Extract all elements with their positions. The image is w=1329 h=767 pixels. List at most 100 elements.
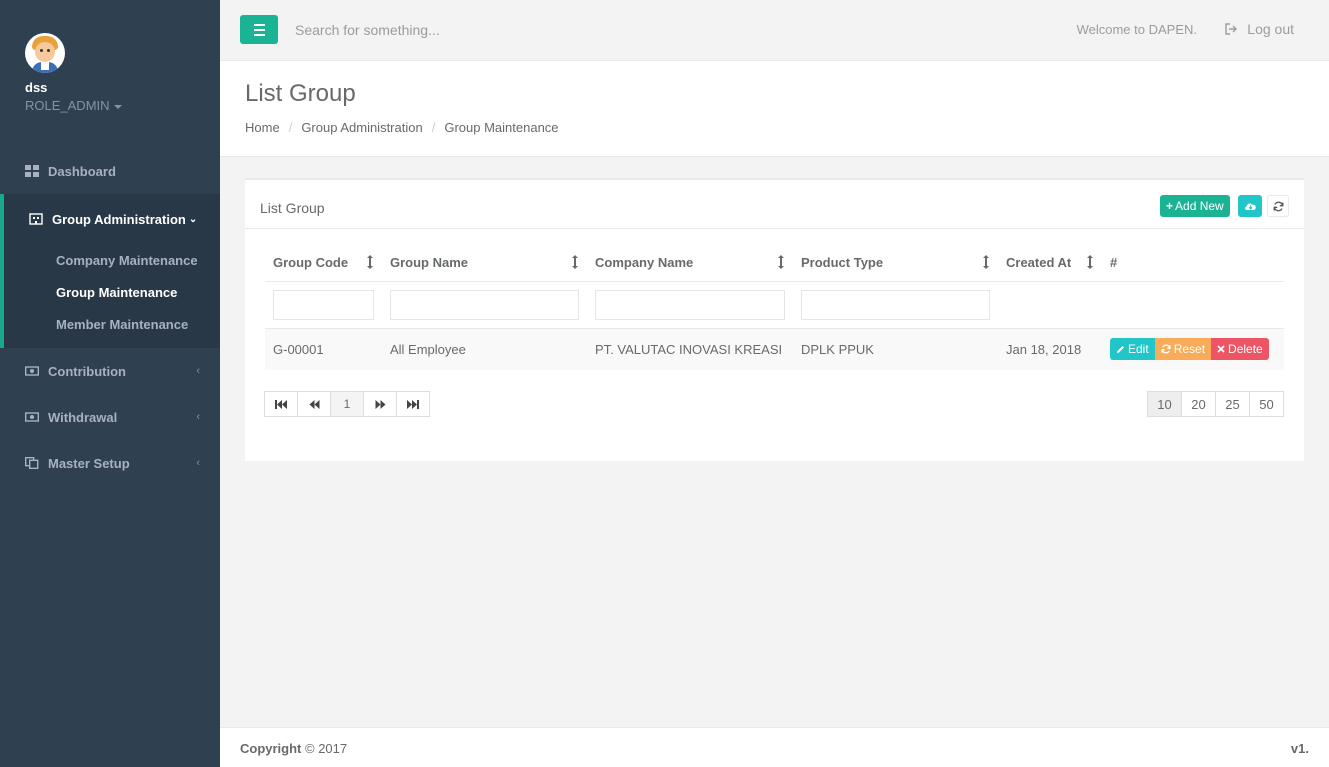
sort-icon xyxy=(778,255,784,269)
sidebar-group-administration: Group Administration ⌄ Company Maintenan… xyxy=(0,194,220,348)
top-navbar: Welcome to DAPEN. Log out xyxy=(220,0,1329,61)
sort-icon xyxy=(1087,255,1093,269)
pencil-icon xyxy=(1117,345,1124,353)
sidebar-subitem-company-maintenance[interactable]: Company Maintenance xyxy=(4,244,220,276)
previous-page-button[interactable] xyxy=(297,391,331,417)
profile-name: dss xyxy=(25,80,48,95)
sort-icon xyxy=(572,255,578,269)
page-size-selector: 10 20 25 50 xyxy=(1147,391,1284,417)
cell-created-at: Jan 18, 2018 xyxy=(998,328,1102,370)
filter-product-type-input[interactable] xyxy=(801,289,990,320)
money-icon xyxy=(25,366,39,376)
cloud-download-icon xyxy=(1244,203,1256,210)
refresh-icon xyxy=(1273,201,1283,211)
breadcrumb-group-administration[interactable]: Group Administration xyxy=(301,120,422,135)
sort-icon xyxy=(983,255,989,269)
plus-icon: + xyxy=(1166,199,1174,213)
cell-group-code: G-00001 xyxy=(265,328,382,370)
reset-button[interactable]: Reset xyxy=(1154,338,1212,361)
footer: Copyright © 2017 v1. xyxy=(220,727,1329,767)
fast-forward-icon xyxy=(407,399,419,409)
building-icon xyxy=(29,213,43,225)
page-size-50[interactable]: 50 xyxy=(1249,391,1284,417)
breadcrumb-group-maintenance: Group Maintenance xyxy=(444,120,559,135)
list-group-panel: List Group + Add New Group Code Group Nam… xyxy=(245,178,1304,461)
logout-link[interactable]: Log out xyxy=(1225,21,1294,37)
column-header-actions: # xyxy=(1102,245,1284,282)
filter-group-code-input[interactable] xyxy=(273,289,374,320)
first-page-button[interactable] xyxy=(264,391,298,417)
reset-label: Reset xyxy=(1173,342,1206,357)
sidebar: dss ROLE_ADMIN Dashboard Group Administr… xyxy=(0,0,220,767)
column-header-company-name[interactable]: Company Name xyxy=(587,245,793,282)
sidebar-item-contribution[interactable]: Contribution ‹ xyxy=(0,348,220,394)
filter-group-name-input[interactable] xyxy=(390,289,579,320)
page-heading: List Group Home / Group Administration / Gro… xyxy=(220,61,1329,157)
column-header-created-at[interactable]: Created At xyxy=(998,245,1102,282)
refresh-icon xyxy=(1161,344,1171,354)
money-icon xyxy=(25,412,39,422)
column-header-group-code[interactable]: Group Code xyxy=(265,245,382,282)
add-new-button[interactable]: + Add New xyxy=(1160,195,1230,217)
chevron-left-icon: ‹ xyxy=(196,365,200,377)
table-header-row: Group Code Group Name Company Name Produ… xyxy=(265,245,1284,282)
group-table: Group Code Group Name Company Name Produ… xyxy=(265,245,1284,370)
profile-role-dropdown[interactable]: ROLE_ADMIN xyxy=(25,98,220,113)
edit-button[interactable]: Edit xyxy=(1110,338,1155,361)
edit-label: Edit xyxy=(1128,342,1149,357)
copyright: Copyright © 2017 xyxy=(240,741,347,756)
page-title: List Group xyxy=(245,80,356,107)
page-size-20[interactable]: 20 xyxy=(1181,391,1216,417)
column-header-group-name[interactable]: Group Name xyxy=(382,245,587,282)
breadcrumb: Home / Group Administration / Group Maintena… xyxy=(245,120,559,135)
search-input[interactable] xyxy=(295,19,695,41)
page-size-25[interactable]: 25 xyxy=(1215,391,1250,417)
pagination: 1 xyxy=(264,391,430,417)
breadcrumb-separator: / xyxy=(431,120,436,135)
sidebar-subitem-member-maintenance[interactable]: Member Maintenance xyxy=(4,308,220,340)
copyright-year: © 2017 xyxy=(305,741,348,756)
fast-backward-icon xyxy=(275,399,287,409)
copyright-label: Copyright xyxy=(240,741,302,756)
cell-company-name: PT. VALUTAC INOVASI KREASI xyxy=(587,328,793,370)
sidebar-item-master-setup[interactable]: Master Setup ‹ xyxy=(0,440,220,486)
th-large-icon xyxy=(25,165,39,177)
bars-icon xyxy=(253,23,265,26)
column-header-product-type[interactable]: Product Type xyxy=(793,245,998,282)
sign-out-icon xyxy=(1225,23,1238,35)
sidebar-item-label: Dashboard xyxy=(48,163,116,179)
profile: dss ROLE_ADMIN xyxy=(0,0,220,148)
next-page-button[interactable] xyxy=(363,391,397,417)
times-icon xyxy=(1217,345,1225,353)
sidebar-item-dashboard[interactable]: Dashboard xyxy=(0,148,220,194)
panel-title: List Group xyxy=(260,200,325,216)
delete-label: Delete xyxy=(1228,342,1263,357)
logout-label: Log out xyxy=(1247,21,1294,37)
version-label: v1. xyxy=(1290,741,1309,756)
sidebar-subitem-group-maintenance[interactable]: Group Maintenance xyxy=(4,276,220,308)
page-size-10[interactable]: 10 xyxy=(1147,391,1182,417)
breadcrumb-separator: / xyxy=(288,120,293,135)
sidebar-item-label: Contribution xyxy=(48,363,126,379)
filter-row xyxy=(265,281,1284,329)
last-page-button[interactable] xyxy=(396,391,430,417)
sidebar-item-group-administration[interactable]: Group Administration ⌄ xyxy=(4,194,220,244)
menu-toggle-button[interactable] xyxy=(240,15,278,44)
download-button[interactable] xyxy=(1238,195,1262,217)
copy-icon xyxy=(25,457,39,469)
sort-icon xyxy=(367,255,373,269)
breadcrumb-home[interactable]: Home xyxy=(245,120,280,135)
row-actions: Edit Reset Delete xyxy=(1110,338,1276,361)
filter-company-name-input[interactable] xyxy=(595,289,785,320)
delete-button[interactable]: Delete xyxy=(1211,338,1269,361)
panel-header: List Group + Add New xyxy=(245,180,1304,229)
refresh-button[interactable] xyxy=(1267,195,1289,217)
profile-role-label: ROLE_ADMIN xyxy=(25,98,110,113)
add-new-label: Add New xyxy=(1175,199,1224,213)
cell-product-type: DPLK PPUK xyxy=(793,328,998,370)
avatar[interactable] xyxy=(25,33,65,73)
page-button-current[interactable]: 1 xyxy=(330,391,364,417)
sidebar-item-label: Master Setup xyxy=(48,455,130,471)
cell-group-name: All Employee xyxy=(382,328,587,370)
sidebar-item-withdrawal[interactable]: Withdrawal ‹ xyxy=(0,394,220,440)
